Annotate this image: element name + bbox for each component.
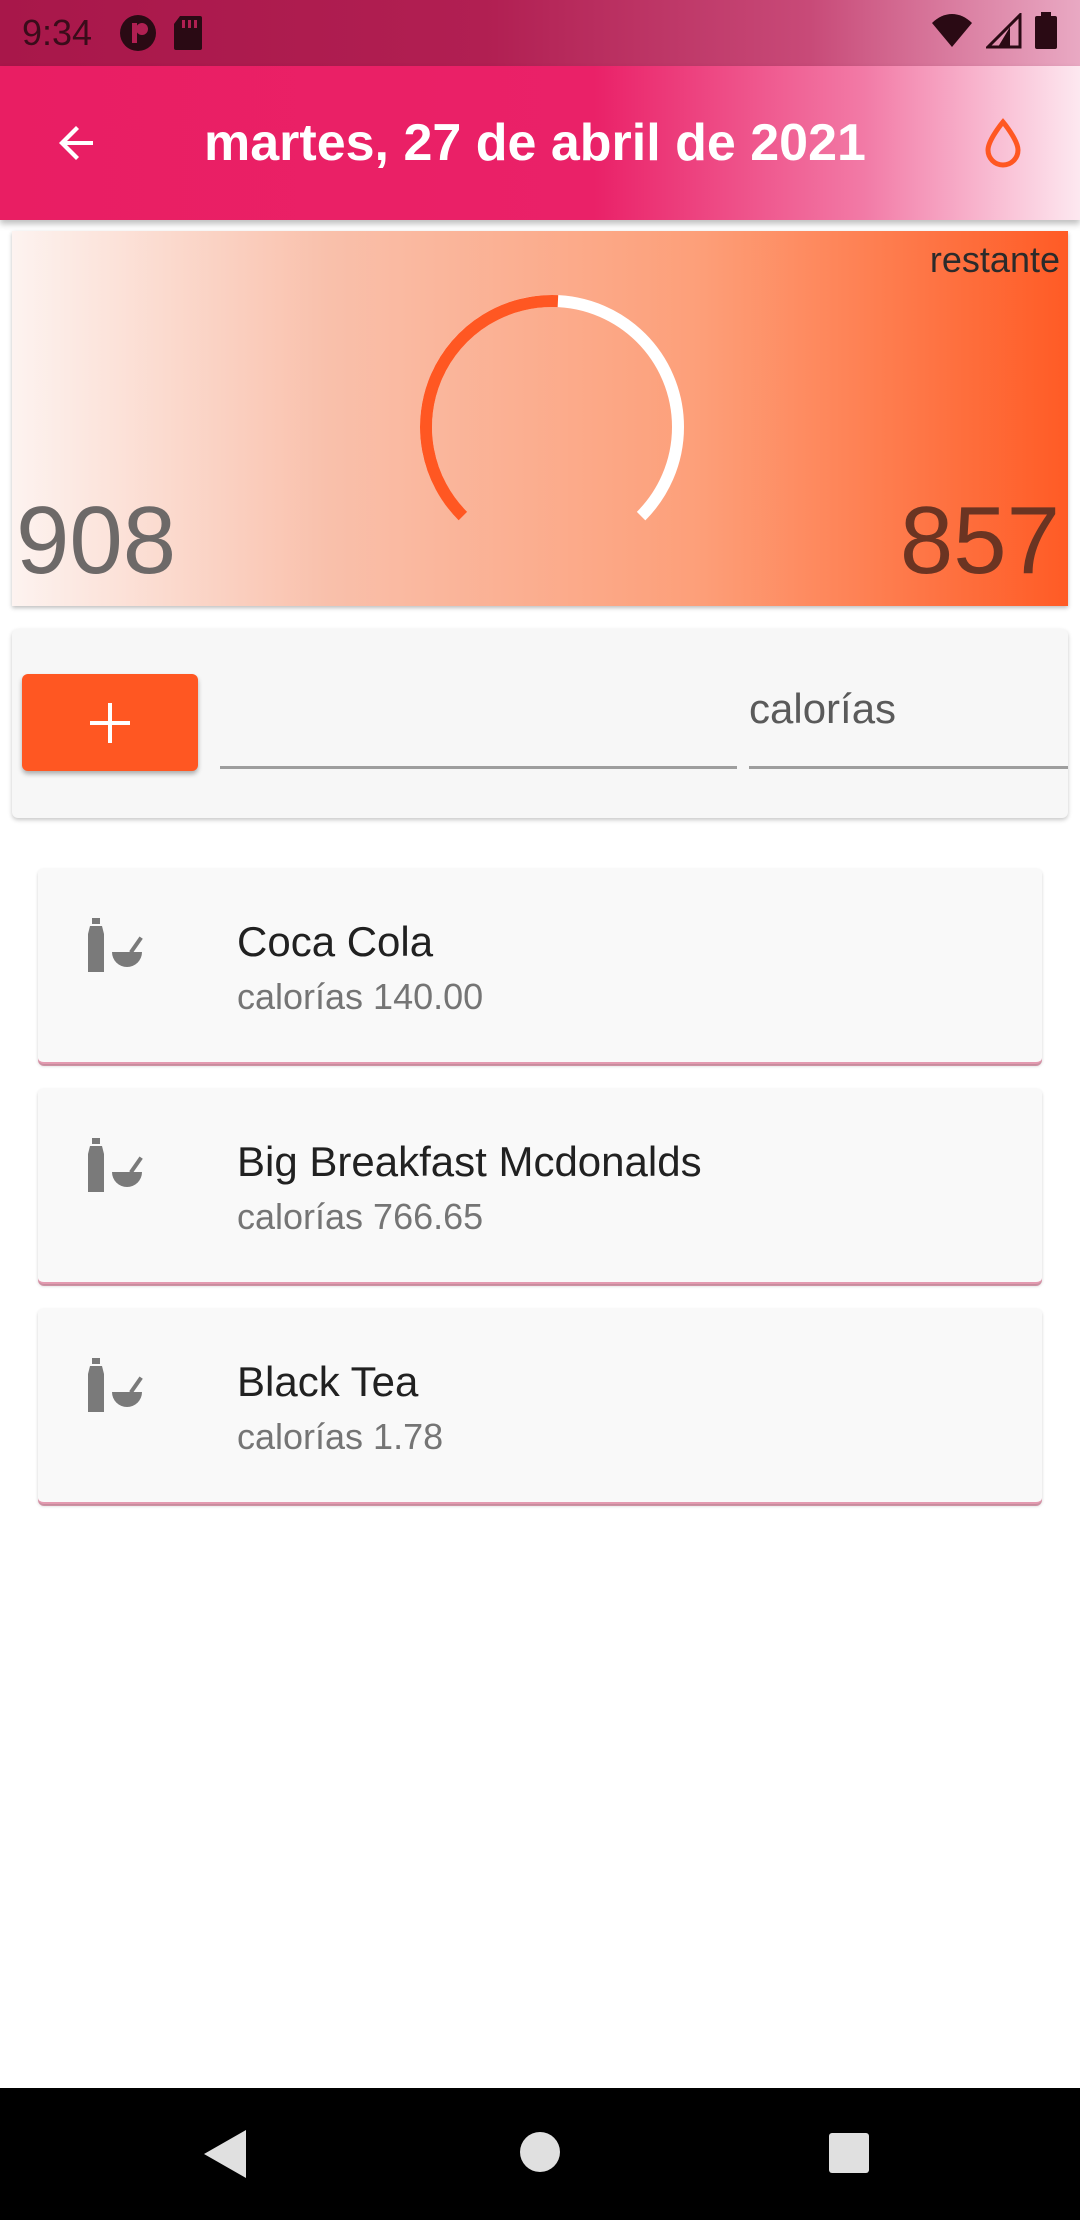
food-calories: calorías 140.00: [237, 976, 484, 1017]
water-drop-icon: [985, 118, 1021, 168]
water-drop-button[interactable]: [926, 66, 1080, 220]
square-recents-icon: [829, 2133, 869, 2173]
remaining-label: restante: [929, 239, 1060, 280]
food-calories: calorías 766.65: [237, 1196, 484, 1237]
nav-home-button[interactable]: [518, 2130, 562, 2174]
add-food-card: calorías: [12, 629, 1068, 818]
arrow-back-icon: [59, 126, 93, 160]
status-bar: 9:34: [0, 0, 1080, 66]
food-drink-icon: [86, 918, 148, 979]
circle-home-icon: [520, 2132, 560, 2172]
food-drink-icon: [86, 1138, 148, 1199]
food-name-input[interactable]: [220, 689, 737, 769]
page-title: martes, 27 de abril de 2021: [204, 114, 866, 172]
system-navigation-bar: [0, 2088, 1080, 2220]
food-name: Big Breakfast Mcdonalds: [237, 1138, 702, 1185]
battery-icon: [1034, 11, 1058, 55]
nav-recents-button[interactable]: [828, 2132, 870, 2174]
status-time: 9:34: [22, 12, 93, 53]
cell-signal-icon: [984, 10, 1022, 54]
food-calories: calorías 1.78: [237, 1416, 444, 1457]
gauge-progress: [420, 295, 559, 521]
calorie-gauge: [420, 295, 684, 521]
calorie-summary-card: restante 908 857: [12, 231, 1068, 606]
calories-input[interactable]: [749, 689, 1068, 769]
list-item[interactable]: Black Tea calorías 1.78: [38, 1308, 1042, 1504]
food-name: Black Tea: [237, 1358, 419, 1405]
food-drink-icon: [86, 1358, 148, 1419]
wifi-icon: [930, 13, 974, 54]
add-button[interactable]: [22, 674, 198, 771]
app-bar: martes, 27 de abril de 2021: [0, 66, 1080, 220]
nav-back-button[interactable]: [196, 2126, 252, 2182]
plus-icon: [90, 702, 130, 743]
remaining-calories: 857: [899, 487, 1060, 594]
list-item[interactable]: Coca Cola calorías 140.00: [38, 868, 1042, 1064]
list-item[interactable]: Big Breakfast Mcdonalds calorías 766.65: [38, 1088, 1042, 1284]
back-button[interactable]: [0, 66, 154, 220]
app-notification-icon: [118, 13, 158, 53]
sd-card-icon: [172, 14, 204, 52]
consumed-calories: 908: [16, 487, 177, 594]
triangle-back-icon: [204, 2130, 246, 2178]
food-name: Coca Cola: [237, 918, 434, 965]
